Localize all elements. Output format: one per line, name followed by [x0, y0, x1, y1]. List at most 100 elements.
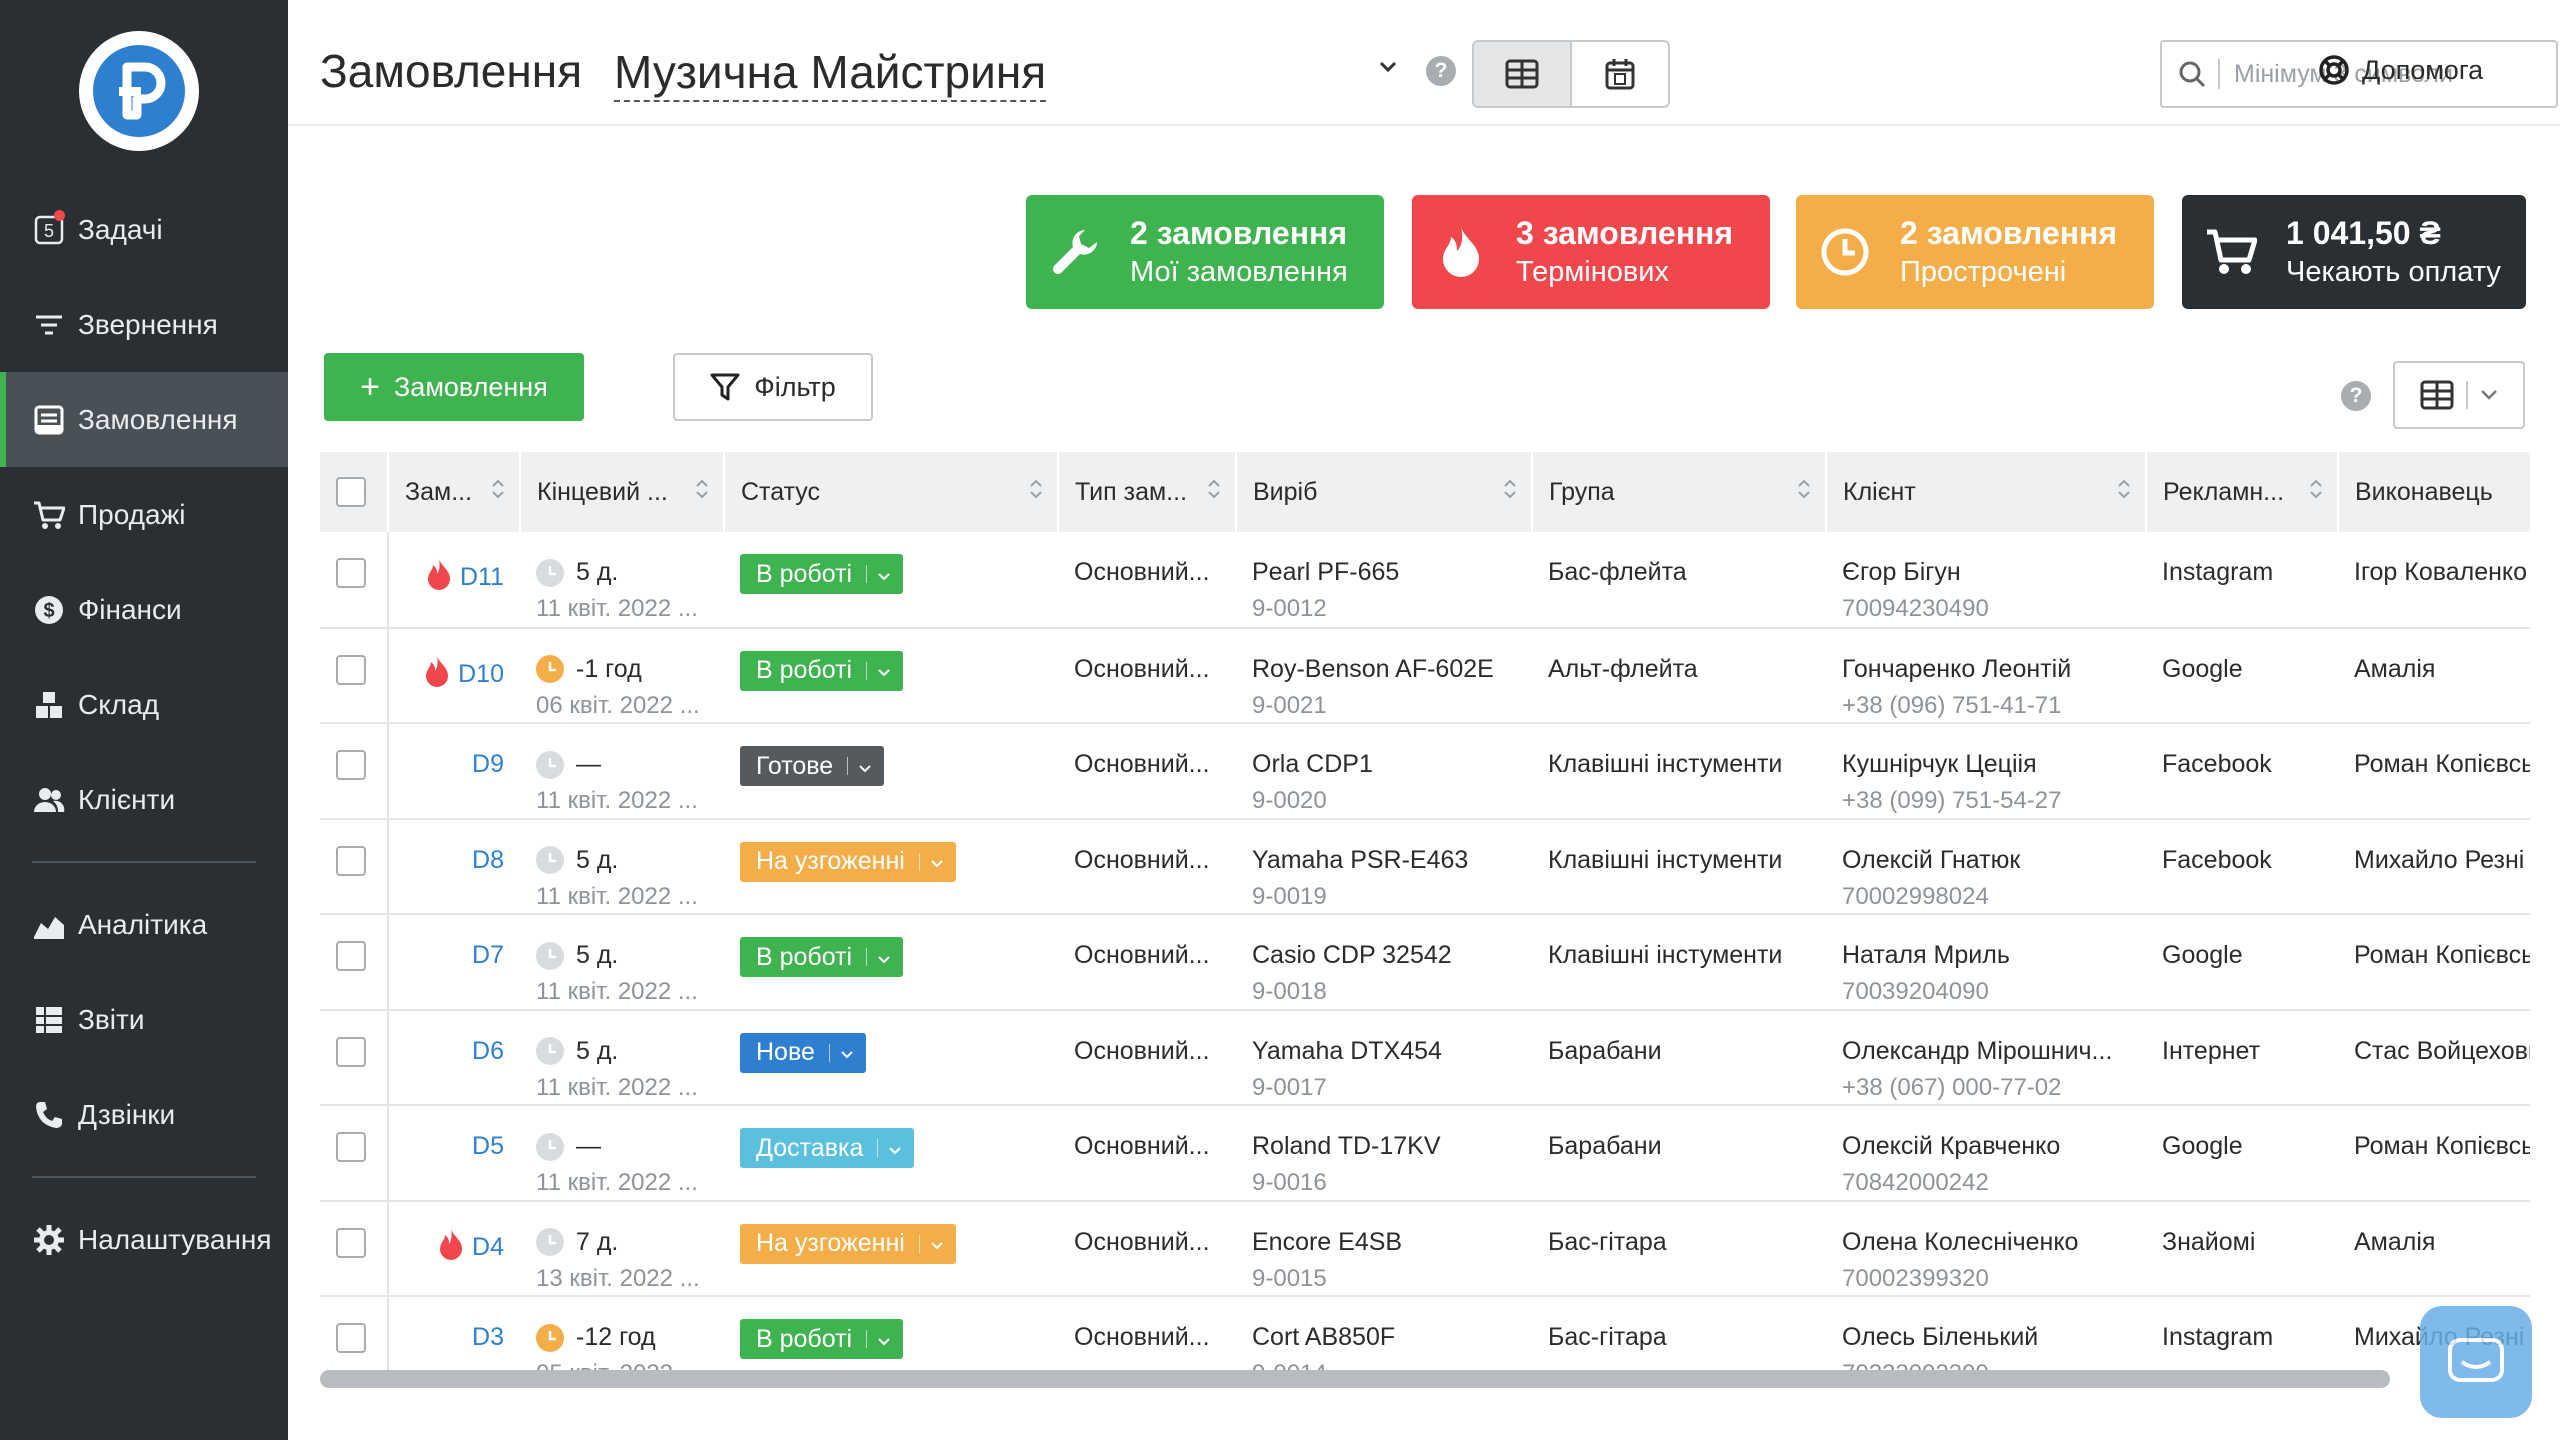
sidebar-item-9[interactable]: Дзвінки [0, 1067, 288, 1162]
sidebar-item-5[interactable]: Склад [0, 657, 288, 752]
chevron-down-icon[interactable] [1378, 60, 1398, 74]
status-dropdown[interactable]: В роботі [740, 1319, 904, 1359]
group-cell: Барабани [1532, 1105, 1826, 1202]
status-dropdown[interactable]: Доставка [740, 1128, 915, 1168]
sidebar-item-1[interactable]: Звернення [0, 277, 288, 372]
order-type-cell: Основний... [1058, 1009, 1236, 1106]
view-toggle [1472, 40, 1670, 108]
row-checkbox[interactable] [336, 1323, 366, 1353]
sort-icon[interactable] [491, 478, 505, 507]
sidebar-item-0[interactable]: 5 Задачі [0, 182, 288, 277]
status-dropdown[interactable]: В роботі [740, 554, 904, 594]
order-link[interactable]: D5 [472, 1132, 504, 1161]
app-logo[interactable] [79, 31, 199, 151]
help-button[interactable]: Допомога [2318, 54, 2483, 86]
question-icon[interactable]: ? [2341, 381, 2371, 411]
column-header[interactable]: Виконавець [2338, 452, 2530, 532]
order-link[interactable]: D7 [472, 941, 504, 970]
order-link[interactable]: D10 [458, 660, 504, 689]
company-selector[interactable]: Музична Майстриня [614, 44, 1047, 102]
order-link[interactable]: D3 [472, 1323, 504, 1352]
table-row[interactable]: D4 7 д. 13 квіт. 2022 ... На узгоженні Основ… [320, 1200, 2530, 1297]
horizontal-scrollbar[interactable] [320, 1370, 2390, 1388]
product-code: 9-0021 [1252, 691, 1327, 719]
sort-icon[interactable] [2309, 478, 2323, 507]
status-dropdown[interactable]: В роботі [740, 650, 904, 691]
calendar-icon [1605, 59, 1635, 90]
status-dropdown[interactable]: На узгоженні [740, 841, 956, 882]
order-number: D7 [405, 941, 520, 970]
fire-icon [426, 558, 452, 597]
add-order-button[interactable]: + Замовлення [324, 353, 584, 421]
table-row[interactable]: D9 — 11 квіт. 2022 ... Готове Основний... Orl… [320, 723, 2530, 820]
sort-icon[interactable] [2117, 478, 2131, 507]
sidebar-divider [32, 861, 256, 863]
sidebar-item-7[interactable]: Аналітика [0, 877, 288, 972]
order-link[interactable]: D6 [472, 1037, 504, 1066]
row-checkbox[interactable] [336, 941, 366, 971]
column-header[interactable]: Зам... [388, 452, 521, 532]
status-label: Доставка [756, 1133, 864, 1162]
sidebar-item-label: Замовлення [78, 403, 238, 435]
column-header[interactable]: Виріб [1236, 452, 1533, 532]
card-urgent[interactable]: 3 замовлення Термінових [1412, 195, 1770, 309]
row-checkbox[interactable] [336, 1036, 366, 1067]
sidebar-item-2[interactable]: Замовлення [0, 372, 288, 467]
status-dropdown[interactable]: В роботі [740, 937, 904, 977]
row-checkbox[interactable] [336, 654, 366, 685]
column-header[interactable]: Кінцевий ... [520, 452, 725, 532]
page-title: Замовлення [320, 45, 583, 97]
table-row[interactable]: D3 -12 год 05 квіт. 2022 ... В роботі Основн… [320, 1296, 2530, 1370]
order-link[interactable]: D11 [460, 563, 504, 592]
question-icon[interactable]: ? [1426, 56, 1456, 86]
client-name: Олександр Мірошнич... [1842, 1036, 2113, 1065]
row-checkbox[interactable] [336, 1132, 366, 1162]
status-dropdown[interactable]: На узгоженні [740, 1223, 956, 1264]
columns-settings-button[interactable] [2393, 361, 2525, 429]
select-all-checkbox[interactable] [336, 477, 366, 507]
order-link[interactable]: D8 [472, 846, 504, 875]
row-checkbox[interactable] [336, 750, 366, 780]
table-header-row: Зам... Кінцевий ... Статус Тип зам... Виріб Г… [320, 452, 2530, 532]
table-view-button[interactable] [1474, 42, 1572, 106]
table-row[interactable]: D7 5 д. 11 квіт. 2022 ... В роботі Основний.… [320, 914, 2530, 1011]
ad-source-cell: Google [2146, 627, 2338, 724]
filter-button[interactable]: Фільтр [673, 353, 873, 421]
order-link[interactable]: D4 [472, 1233, 504, 1262]
chat-widget-button[interactable] [2420, 1306, 2532, 1418]
order-link[interactable]: D9 [472, 750, 504, 779]
column-header[interactable]: Клієнт [1826, 452, 2147, 532]
sort-icon[interactable] [695, 478, 709, 507]
deadline-cell: 5 д. 11 квіт. 2022 ... [520, 914, 724, 1011]
sidebar-item-6[interactable]: Клієнти [0, 752, 288, 847]
column-header[interactable]: Тип зам... [1058, 452, 1237, 532]
calendar-view-button[interactable] [1572, 42, 1668, 106]
card-awaiting-payment[interactable]: 1 041,50 ₴ Чекають оплату [2182, 195, 2526, 309]
client-contact: +38 (096) 751-41-71 [1842, 691, 2062, 719]
deadline: 5 д. [536, 1037, 724, 1066]
row-checkbox[interactable] [336, 1227, 366, 1258]
sort-icon[interactable] [1503, 478, 1517, 507]
column-header[interactable]: Група [1532, 452, 1827, 532]
row-checkbox[interactable] [336, 558, 366, 588]
status-dropdown[interactable]: Готове [740, 746, 885, 786]
status-dropdown[interactable]: Нове [740, 1032, 866, 1073]
sidebar-item-3[interactable]: Продажі [0, 467, 288, 562]
table-row[interactable]: D11 5 д. 11 квіт. 2022 ... В роботі Основний… [320, 532, 2530, 629]
column-header[interactable]: Статус [724, 452, 1059, 532]
row-checkbox[interactable] [336, 845, 366, 876]
column-header[interactable]: Рекламн... [2146, 452, 2339, 532]
sort-icon[interactable] [1207, 478, 1221, 507]
sidebar-item-10[interactable]: Налаштування [0, 1192, 288, 1287]
sort-icon[interactable] [1029, 478, 1043, 507]
table-row[interactable]: D10 -1 год 06 квіт. 2022 ... В роботі Основн… [320, 627, 2530, 724]
table-row[interactable]: D5 — 11 квіт. 2022 ... Доставка Основний... R… [320, 1105, 2530, 1202]
card-overdue[interactable]: 2 замовлення Прострочені [1796, 195, 2154, 309]
card-my-orders[interactable]: 2 замовлення Мої замовлення [1026, 195, 1384, 309]
sidebar-item-4[interactable]: $ Фінанси [0, 562, 288, 657]
table-row[interactable]: D6 5 д. 11 квіт. 2022 ... Нове Основний... Ya… [320, 1009, 2530, 1106]
table-row[interactable]: D8 5 д. 11 квіт. 2022 ... На узгоженні Основ… [320, 818, 2530, 915]
group-name: Клавішні інстументи [1548, 750, 1783, 778]
sidebar-item-8[interactable]: Звіти [0, 972, 288, 1067]
sort-icon[interactable] [1797, 478, 1811, 507]
